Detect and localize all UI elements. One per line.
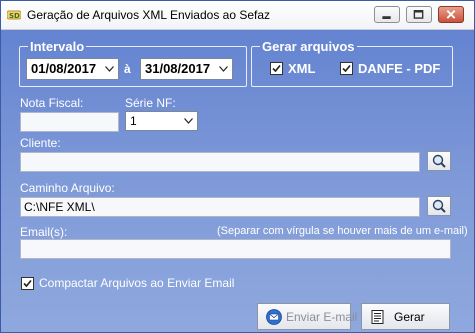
gerar-label: Gerar <box>394 310 425 324</box>
close-icon <box>446 10 456 19</box>
gerar-arquivos-legend: Gerar arquivos <box>262 39 355 54</box>
checkmark-icon <box>272 64 281 73</box>
caminho-search-button[interactable] <box>427 196 451 216</box>
app-icon: SD <box>7 10 21 20</box>
search-icon <box>432 199 446 213</box>
nota-fiscal-input[interactable] <box>20 112 119 132</box>
cliente-label: Cliente: <box>20 136 61 150</box>
emails-input[interactable] <box>20 239 451 259</box>
checkmark-icon <box>23 279 32 288</box>
compactar-checkbox[interactable] <box>21 277 34 290</box>
start-date-picker[interactable]: 01/08/2017 <box>26 58 119 80</box>
enviar-email-label: Enviar E-mail <box>286 310 358 324</box>
date-separator: à <box>124 62 131 76</box>
xml-checkbox[interactable] <box>270 62 283 75</box>
email-icon <box>266 309 282 325</box>
window-title: Geração de Arquivos XML Enviados ao Sefa… <box>27 8 271 22</box>
maximize-icon <box>413 10 424 19</box>
compactar-label[interactable]: Compactar Arquivos ao Enviar Email <box>39 276 234 290</box>
emails-label: Email(s): <box>20 225 68 239</box>
intervalo-legend: Intervalo <box>30 39 85 54</box>
start-date-value: 01/08/2017 <box>31 61 97 76</box>
cliente-input[interactable] <box>20 152 420 172</box>
danfe-pdf-checkbox[interactable] <box>340 62 353 75</box>
minimize-icon <box>382 16 391 19</box>
emails-hint: (Separar com vírgula se houver mais de u… <box>217 225 468 237</box>
danfe-pdf-label[interactable]: DANFE - PDF <box>358 61 440 76</box>
title-bar: SD Geração de Arquivos XML Enviados ao S… <box>1 1 474 30</box>
close-button[interactable] <box>438 6 464 23</box>
minimize-button[interactable] <box>374 6 400 23</box>
checkmark-icon <box>342 64 351 73</box>
main-window: SD Geração de Arquivos XML Enviados ao S… <box>0 0 475 333</box>
serie-nf-select[interactable]: 1 <box>125 111 198 131</box>
nota-fiscal-label: Nota Fiscal: <box>20 96 84 110</box>
chevron-down-icon <box>105 66 114 72</box>
maximize-button[interactable] <box>406 6 432 23</box>
svg-text:SD: SD <box>9 12 20 20</box>
cliente-search-button[interactable] <box>427 151 451 171</box>
end-date-picker[interactable]: 31/08/2017 <box>140 58 233 80</box>
serie-nf-label: Série NF: <box>125 96 176 110</box>
end-date-value: 31/08/2017 <box>145 61 211 76</box>
xml-label[interactable]: XML <box>288 61 315 76</box>
document-icon <box>371 310 384 324</box>
gerar-button[interactable]: Gerar <box>361 303 450 330</box>
enviar-email-button[interactable]: Enviar E-mail <box>257 303 357 330</box>
chevron-down-icon <box>184 118 193 124</box>
chevron-down-icon <box>219 66 228 72</box>
caminho-arquivo-input[interactable]: C:\NFE XML\ <box>20 197 420 217</box>
caminho-arquivo-label: Caminho Arquivo: <box>20 181 115 195</box>
search-icon <box>432 154 446 168</box>
serie-nf-value: 1 <box>130 114 137 128</box>
